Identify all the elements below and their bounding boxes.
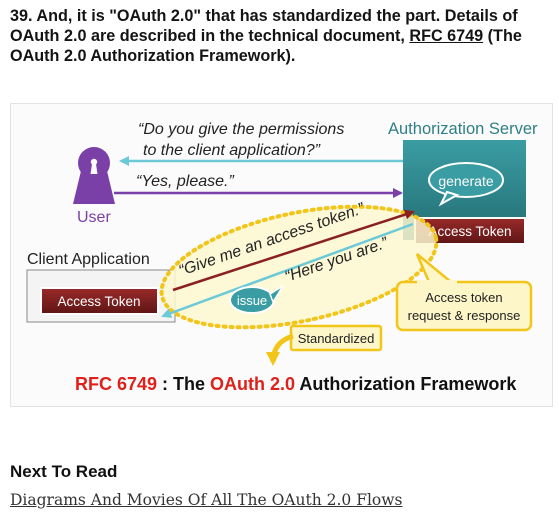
oauth-diagram: Authorization Server generate User “Do y…	[10, 103, 553, 407]
user-label: User	[77, 209, 111, 226]
request-response-line-2: request & response	[408, 308, 521, 323]
step-heading: 39. And, it is "OAuth 2.0" that has stan…	[10, 6, 550, 66]
client-application-label: Client Application	[27, 251, 150, 268]
footer-sep: : The	[157, 374, 210, 394]
request-response-line-1: Access token	[425, 290, 502, 305]
server-access-token-label: Access Token	[428, 224, 511, 239]
authorization-server-label: Authorization Server	[388, 120, 538, 138]
next-article-link[interactable]: Diagrams And Movies Of All The OAuth 2.0…	[10, 491, 402, 509]
footer-rfc: RFC 6749	[75, 374, 157, 394]
client-access-token-label: Access Token	[57, 294, 140, 309]
standardized-label: Standardized	[298, 331, 375, 346]
rfc-6749-link[interactable]: RFC 6749	[409, 27, 483, 45]
generate-label: generate	[438, 173, 493, 189]
next-to-read-title: Next To Read	[10, 462, 118, 481]
permission-question-line-1: “Do you give the permissions	[138, 121, 344, 138]
figure-footer-title: RFC 6749 : The OAuth 2.0 Authorization F…	[75, 374, 517, 394]
user-icon	[73, 147, 115, 204]
yes-please-quote: “Yes, please.”	[136, 173, 235, 190]
footer-oauth: OAuth 2.0	[210, 374, 295, 394]
footer-rest: Authorization Framework	[295, 374, 517, 394]
standardized-callout: Standardized	[289, 324, 383, 352]
issue-label: issue	[237, 293, 267, 308]
permission-question-line-2: to the client application?”	[143, 142, 321, 159]
